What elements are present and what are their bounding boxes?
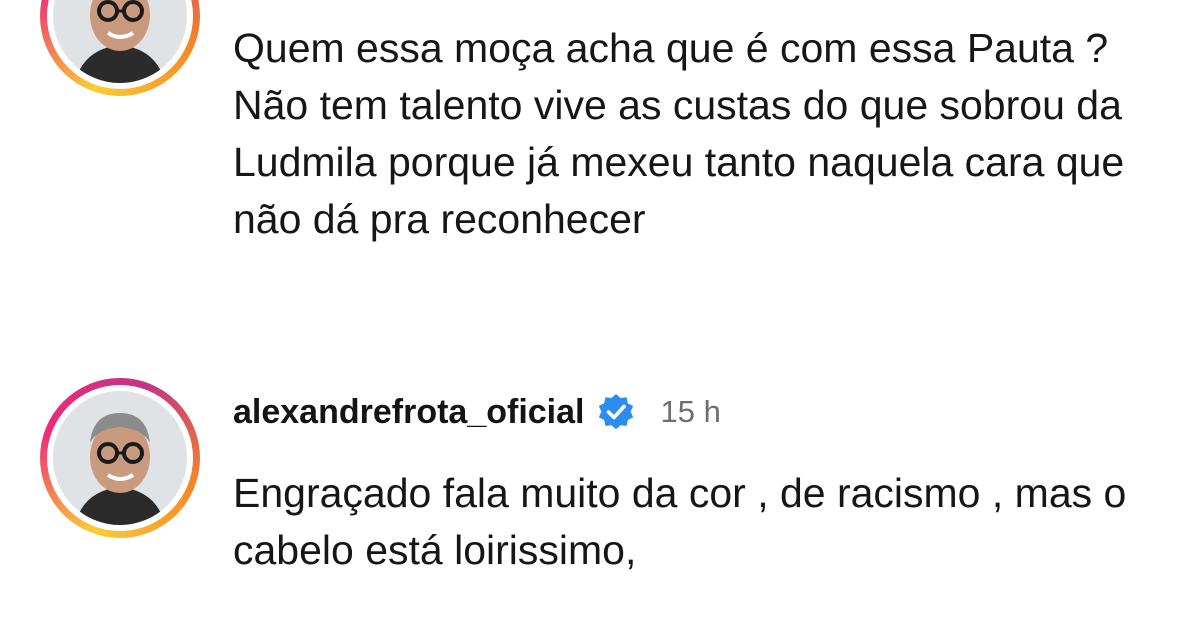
verified-badge-icon	[599, 394, 634, 430]
avatar-ring-gap	[47, 0, 193, 89]
comment-timestamp: 15 h	[660, 394, 721, 429]
username-link[interactable]: alexandrefrota_oficial	[233, 393, 584, 432]
profile-photo-icon	[53, 0, 187, 83]
comment-text: Engraçado fala muito da cor , de racismo…	[233, 470, 1127, 573]
comment-item-1: Quem essa moça acha que é com essa Pauta…	[0, 0, 1200, 360]
avatar-ring-gap	[47, 385, 193, 531]
avatar	[53, 391, 187, 525]
profile-photo-icon	[53, 391, 187, 525]
comment-text: Quem essa moça acha que é com essa Pauta…	[233, 25, 1125, 242]
avatar-story-ring[interactable]	[40, 378, 200, 538]
comment-header: alexandrefrota_oficial 15 h	[233, 392, 721, 432]
avatar-story-ring[interactable]	[40, 0, 200, 96]
avatar	[53, 0, 187, 83]
